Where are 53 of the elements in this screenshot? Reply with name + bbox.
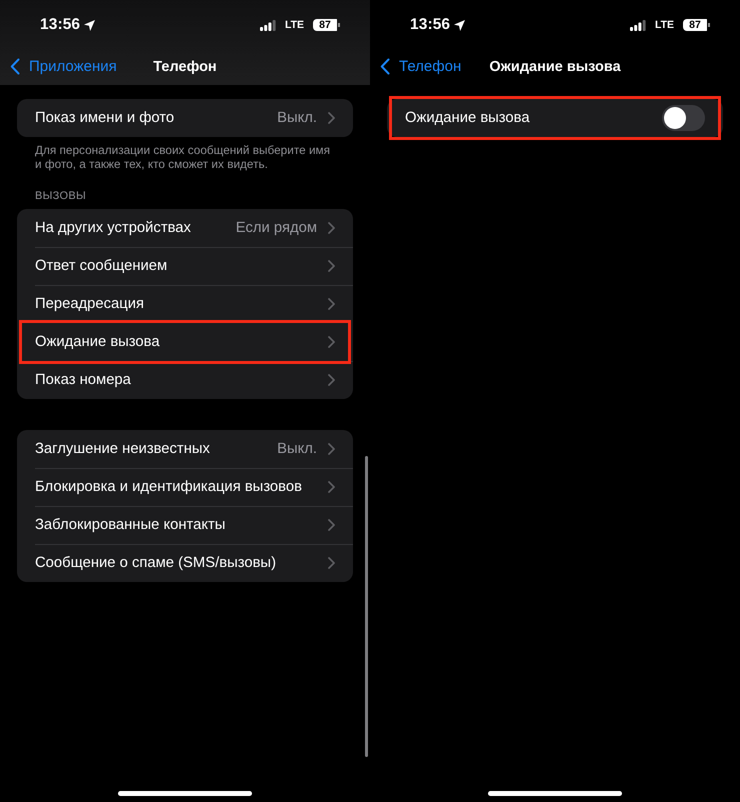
signal-icon <box>260 20 276 30</box>
section-header: ВЫЗОВЫ <box>34 189 88 204</box>
chevron-left-icon <box>380 58 390 75</box>
row-value: Выкл. <box>277 441 317 457</box>
nav-title: Телефон <box>153 58 217 74</box>
row-value: Если рядом <box>236 220 317 236</box>
status-time: 13:56 <box>40 16 80 34</box>
settings-row[interactable]: Переадресация <box>17 285 353 323</box>
chevron-right-icon <box>328 374 335 386</box>
chevron-right-icon <box>328 222 335 234</box>
row-label: Показ номера <box>35 372 131 388</box>
network-type: LTE <box>284 19 304 31</box>
row-label: Заглушение неизвестных <box>35 441 210 457</box>
location-arrow-icon <box>454 20 466 30</box>
row-label: Ответ сообщением <box>35 258 168 274</box>
signal-icon <box>630 20 646 30</box>
battery-indicator: 87 <box>313 19 340 31</box>
chevron-right-icon <box>328 260 335 272</box>
settings-row[interactable]: Блокировка и идентификация вызовов <box>17 468 353 506</box>
row-label: Блокировка и идентификация вызовов <box>35 479 302 495</box>
nav-title: Ожидание вызова <box>489 58 621 74</box>
row-label: Показ имени и фото <box>35 110 174 126</box>
settings-row[interactable]: Заглушение неизвестных Выкл. <box>17 430 353 468</box>
chevron-right-icon <box>328 557 335 569</box>
chevron-right-icon <box>328 336 335 348</box>
settings-row[interactable]: Сообщение о спаме (SMS/вызовы) <box>17 544 353 582</box>
row-label: Ожидание вызова <box>405 110 530 126</box>
back-button[interactable]: Телефон <box>380 58 462 75</box>
battery-indicator: 87 <box>683 19 710 31</box>
row-label: Переадресация <box>35 296 144 312</box>
chevron-right-icon <box>328 443 335 455</box>
back-button[interactable]: Приложения <box>10 58 117 75</box>
row-label: На других устройствах <box>35 220 191 236</box>
row-label: Ожидание вызова <box>35 334 160 350</box>
settings-row[interactable]: Ответ сообщением <box>17 247 353 285</box>
location-arrow-icon <box>84 20 96 30</box>
settings-row[interactable]: Ожидание вызова <box>22 323 348 361</box>
chevron-right-icon <box>328 112 335 124</box>
row-label: Сообщение о спаме (SMS/вызовы) <box>35 555 276 571</box>
chevron-left-icon <box>10 58 20 75</box>
settings-row[interactable]: Заблокированные контакты <box>17 506 353 544</box>
toggle-switch[interactable] <box>662 105 705 131</box>
chevron-right-icon <box>328 298 335 310</box>
settings-row[interactable]: На других устройствах Если рядом <box>17 209 353 247</box>
settings-row[interactable]: Показ имени и фото Выкл. <box>17 99 353 137</box>
chevron-right-icon <box>328 519 335 531</box>
row-value: Выкл. <box>277 110 317 126</box>
chevron-right-icon <box>328 481 335 493</box>
settings-row[interactable]: Показ номера <box>17 361 353 399</box>
network-type: LTE <box>654 19 674 31</box>
row-label: Заблокированные контакты <box>35 517 226 533</box>
group-footer: Для персонализации своих сообщений выберите имя и фото, а также тех, кто сможет их видеть. <box>17 137 353 171</box>
status-time: 13:56 <box>410 16 450 34</box>
